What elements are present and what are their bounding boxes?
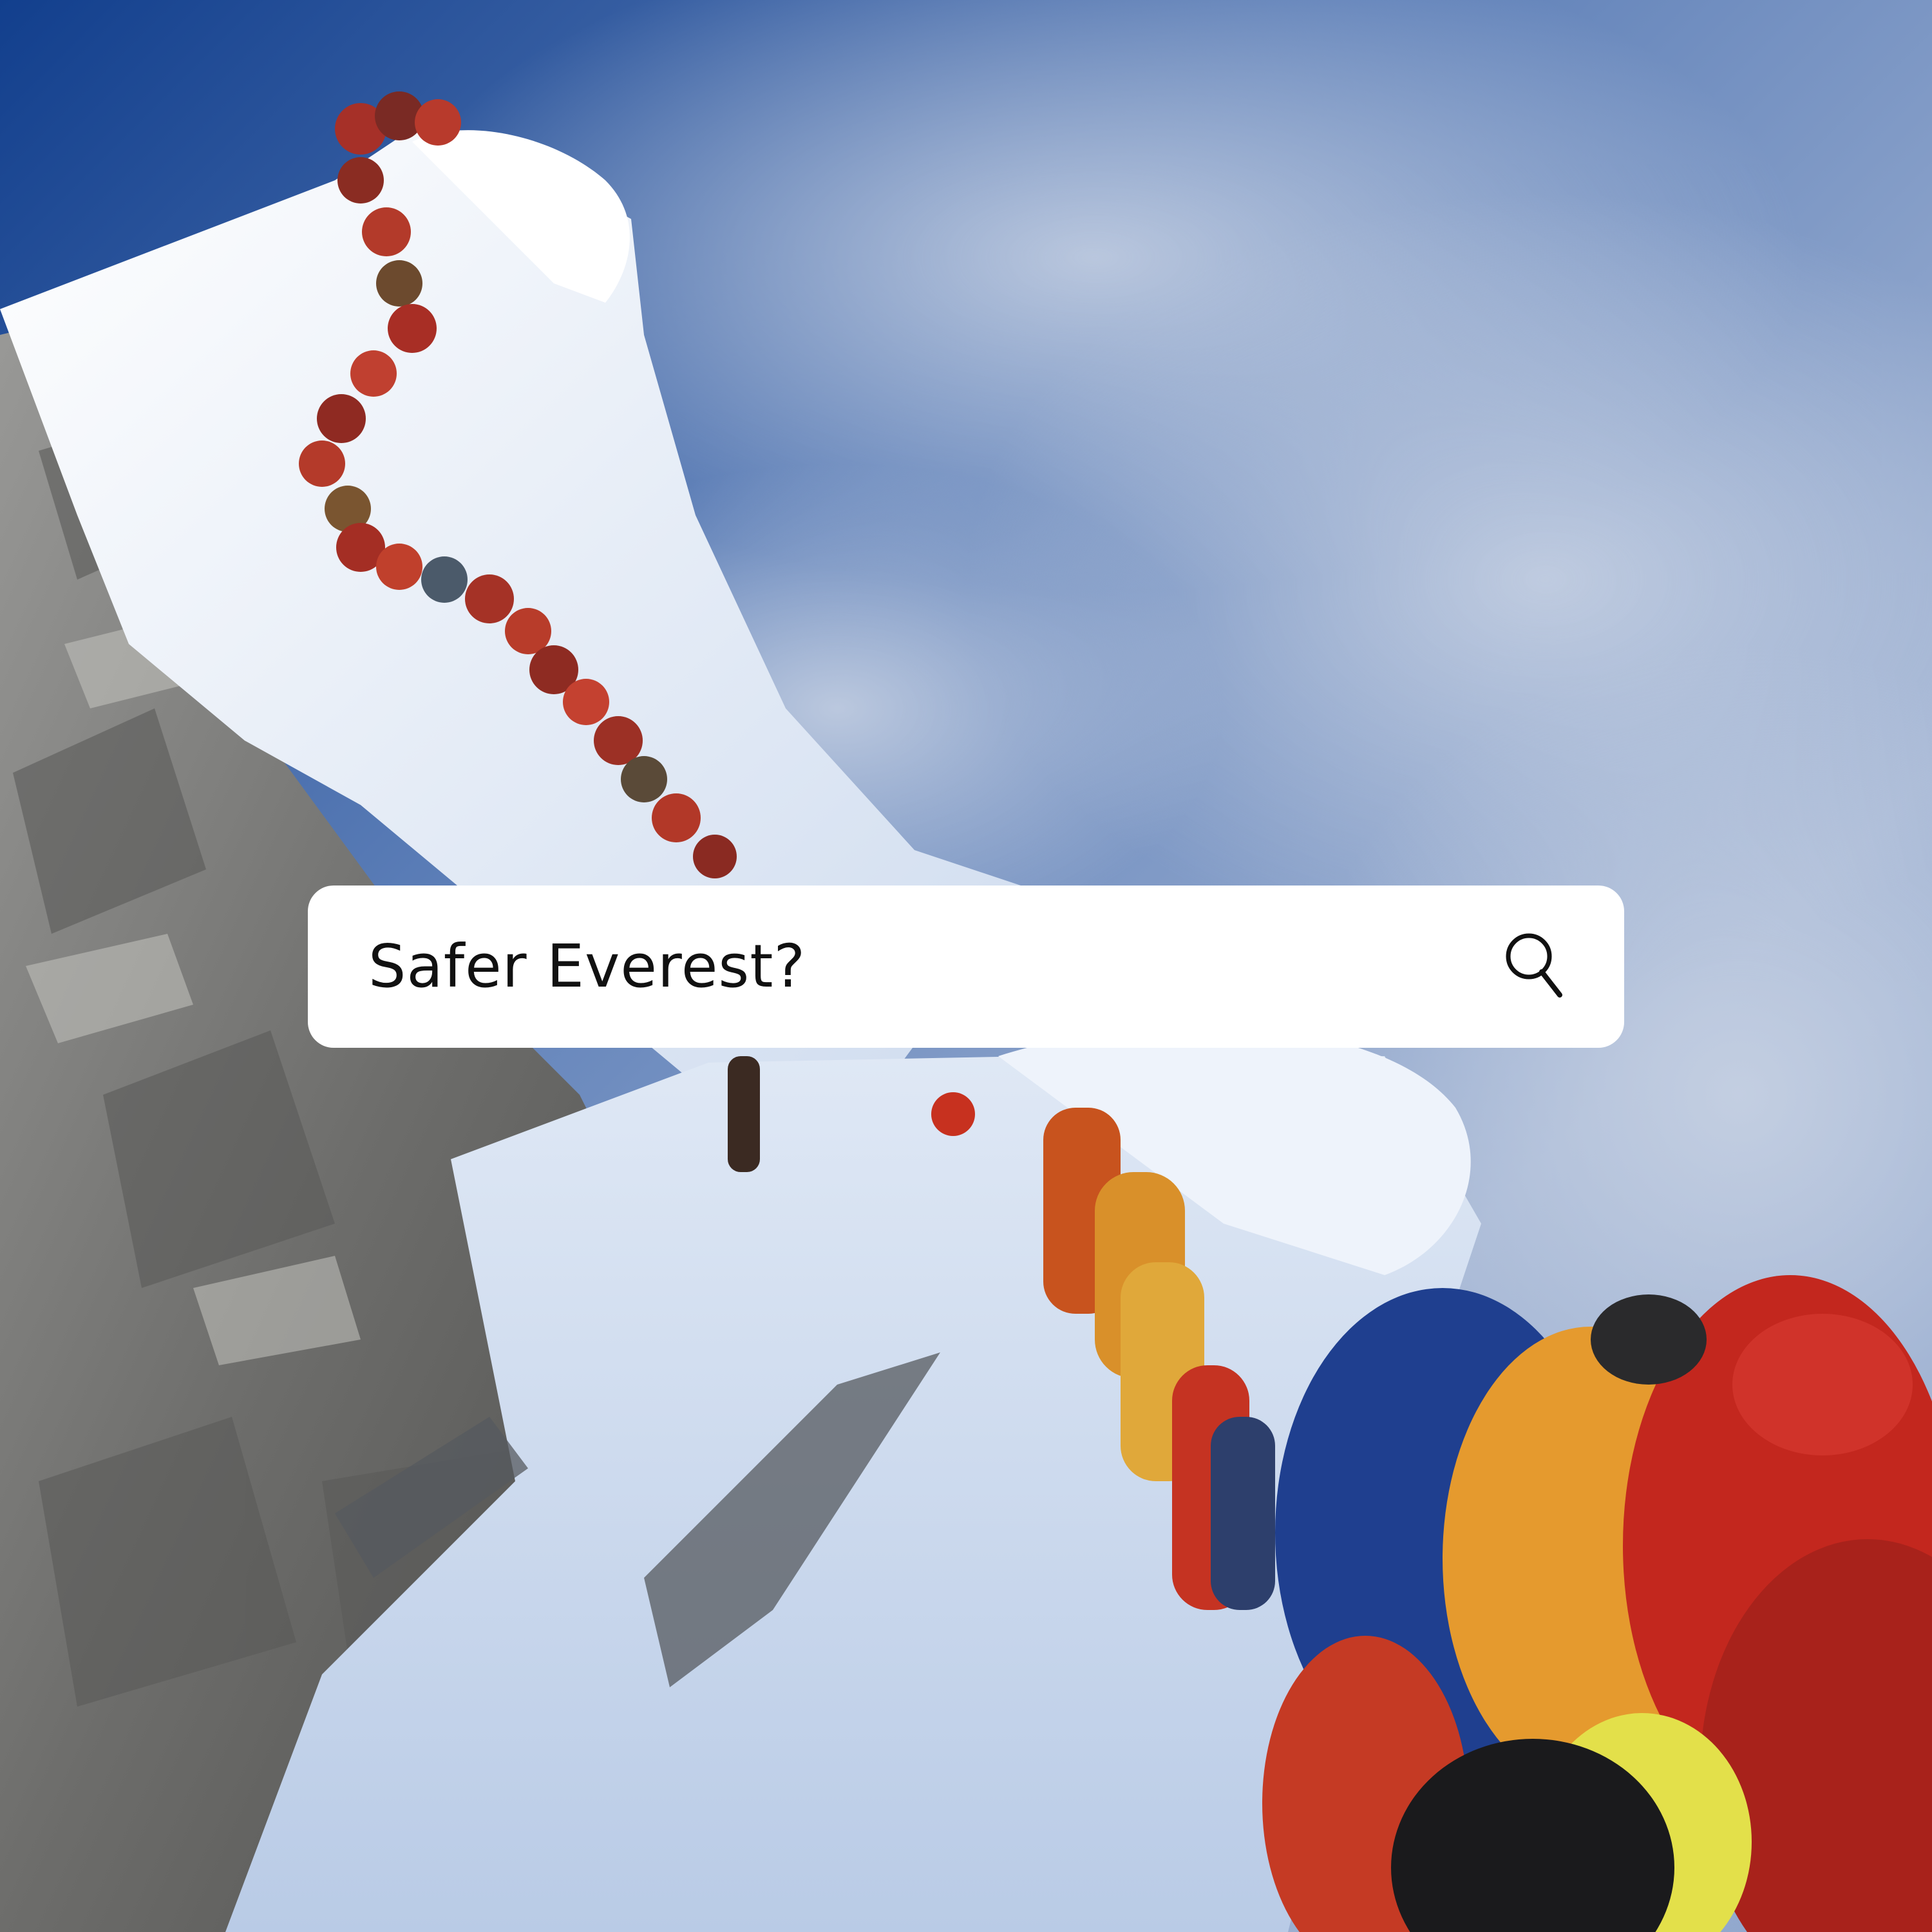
search-query-text: Safer Everest? bbox=[368, 932, 806, 1001]
search-bar[interactable]: Safer Everest? bbox=[308, 886, 1624, 1048]
search-icon[interactable] bbox=[1501, 931, 1571, 1001]
climbers-foreground bbox=[1262, 1275, 1932, 1932]
